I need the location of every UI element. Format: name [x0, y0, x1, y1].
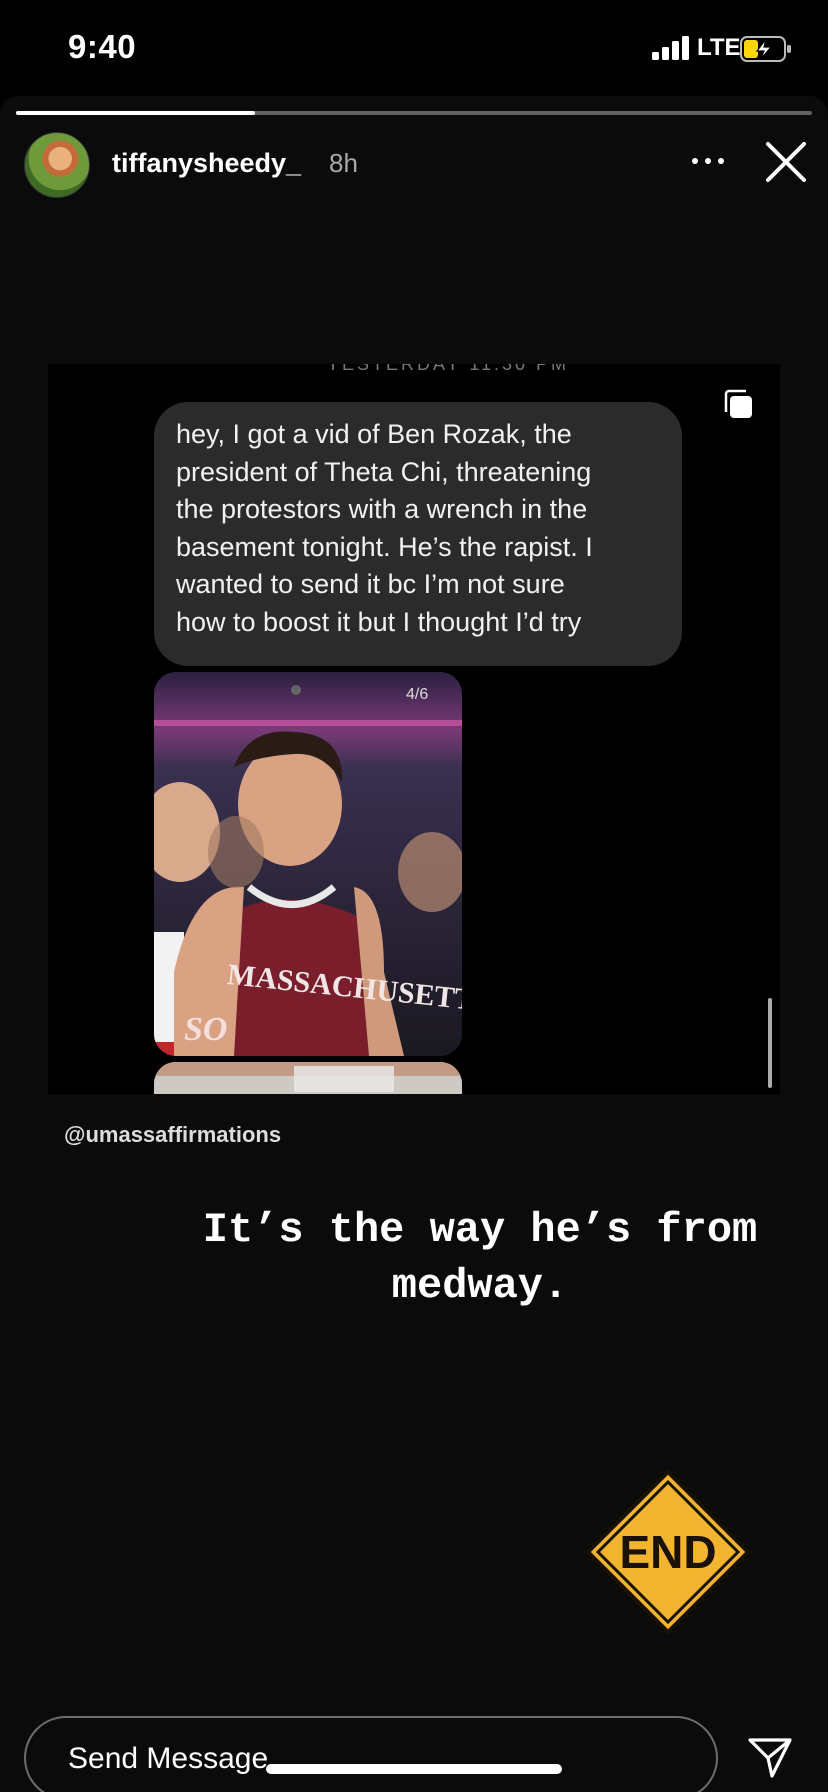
story-time-ago: 8h	[329, 148, 358, 178]
more-icon-dot	[718, 158, 724, 164]
story-view[interactable]: tiffanysheedy_ 8h YESTERDAY 11:30 PM hey…	[0, 96, 828, 1792]
story-username[interactable]: tiffanysheedy_	[112, 148, 301, 179]
story-screenshot: YESTERDAY 11:30 PM hey, I got a vid of B…	[48, 364, 780, 1094]
send-message-input[interactable]: Send Message	[24, 1716, 718, 1792]
copy-icon	[724, 389, 752, 418]
avatar[interactable]	[24, 132, 90, 198]
screenshot-header: YESTERDAY 11:30 PM	[326, 364, 570, 374]
message-line: basement tonight. He’s the rapist. I	[176, 531, 593, 562]
send-message-placeholder: Send Message	[68, 1742, 269, 1775]
message-line: president of Theta Chi, threatening	[176, 456, 592, 487]
end-sign-sticker[interactable]: END	[584, 1468, 752, 1636]
story-progress-fill	[16, 111, 255, 115]
more-icon-dot	[705, 158, 711, 164]
message-text: hey, I got a vid of Ben Rozak, the presi…	[176, 416, 666, 641]
story-caption: It’s the way he’s from medway.	[140, 1202, 820, 1314]
screenshot-scrollbar	[768, 998, 772, 1088]
more-icon	[692, 158, 698, 164]
message-line: how to boost it but I thought I’d try	[176, 606, 582, 637]
network-label: LTE	[697, 34, 741, 61]
home-indicator[interactable]	[266, 1764, 562, 1774]
signal-icon	[652, 36, 689, 60]
status-time: 9:40	[68, 28, 137, 65]
shared-photo: MASSACHUSETTS SO 4/6	[154, 672, 462, 1056]
close-icon[interactable]	[762, 138, 810, 186]
shared-photo-next	[154, 1062, 462, 1094]
story-progress-bar	[16, 111, 812, 115]
photo-next-illustration	[154, 1062, 462, 1094]
caption-line: It’s the way he’s from	[202, 1206, 758, 1254]
more-options-button[interactable]	[688, 146, 728, 176]
message-line: the protestors with a wrench in the	[176, 494, 588, 524]
sticker-text: END	[619, 1526, 716, 1578]
photo-illustration: MASSACHUSETTS SO	[154, 672, 462, 1056]
cup-text: SO	[184, 1011, 227, 1048]
send-icon[interactable]	[746, 1734, 794, 1782]
battery-charging-icon	[740, 36, 791, 62]
message-line: wanted to send it bc I’m not sure	[176, 569, 565, 599]
mention-attribution[interactable]: @umassaffirmations	[64, 1122, 281, 1148]
photo-counter: 4/6	[406, 686, 429, 703]
status-bar: 9:40 LTE	[0, 0, 828, 96]
message-line: hey, I got a vid of Ben Rozak, the	[176, 419, 572, 449]
caption-line: medway.	[391, 1262, 569, 1310]
